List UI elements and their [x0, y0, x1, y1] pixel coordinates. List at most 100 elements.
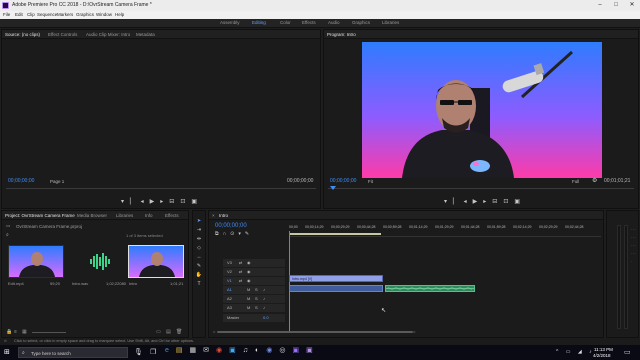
track-label[interactable]: A3 — [227, 305, 232, 310]
media-encoder-icon[interactable]: ▣ — [292, 347, 306, 354]
master-volume[interactable]: 0.0 — [263, 315, 269, 320]
new-bin-icon[interactable]: ▭ — [156, 329, 161, 335]
program-timecode-current[interactable]: 00;00;00;00 — [330, 178, 356, 184]
play-icon[interactable]: ▶ — [150, 199, 161, 205]
audio-clip[interactable] — [385, 285, 475, 292]
toggle-output-icon[interactable]: ◉ — [247, 260, 251, 265]
razor-tool-icon[interactable]: ◇ — [197, 245, 201, 251]
extract-icon[interactable]: ⊡ — [503, 199, 514, 205]
tab-metadata[interactable]: Metadata — [136, 32, 155, 37]
audio-clip-linked[interactable] — [289, 285, 383, 292]
project-item-thumbnail-selected[interactable] — [128, 245, 184, 278]
step-forward-icon[interactable]: ▸ — [483, 199, 492, 205]
menu-graphics[interactable]: Graphics — [76, 12, 94, 17]
scroll-handle-left-icon[interactable]: ○ — [213, 329, 215, 334]
search-icon[interactable]: ⌕ — [6, 232, 9, 238]
scrollbar-thumb[interactable] — [217, 331, 413, 333]
tab-sequence-intro[interactable]: Intro — [219, 213, 228, 218]
tab-program[interactable]: Program: Intro — [327, 32, 356, 37]
workspace-libraries[interactable]: Libraries — [382, 20, 399, 25]
program-resolution-select[interactable]: Full — [572, 179, 579, 184]
pen-tool-icon[interactable]: ✎ — [197, 263, 201, 269]
microphone-icon[interactable]: ♪ — [263, 305, 265, 310]
chrome-icon[interactable]: ◉ — [216, 347, 229, 354]
icon-view-icon[interactable]: ▦ — [22, 329, 27, 335]
track-label[interactable]: V2 — [227, 269, 232, 274]
new-item-icon[interactable]: ▤ — [166, 329, 171, 335]
tab-project[interactable]: Project: OvrStream Camera Frame — [5, 213, 75, 218]
source-timecode-current[interactable]: 00;00;00;00 — [8, 178, 34, 184]
trash-icon[interactable]: 🗑 — [176, 329, 182, 335]
toggle-sync-lock-icon[interactable]: ⇄ — [239, 278, 242, 283]
workspace-graphics[interactable]: Graphics — [352, 20, 370, 25]
selection-tool-icon[interactable]: ➤ — [197, 218, 201, 224]
step-back-icon[interactable]: ◂ — [141, 199, 150, 205]
microphone-icon[interactable]: ♪ — [263, 287, 265, 292]
music-icon[interactable]: ♫ — [243, 347, 255, 354]
mail-icon[interactable]: ✉ — [203, 347, 216, 354]
menu-clip[interactable]: Clip — [27, 12, 35, 17]
steam-icon[interactable]: ◐ — [255, 347, 266, 354]
thumbnail-zoom-slider[interactable] — [32, 332, 66, 333]
system-tray-icons[interactable]: ^ ▭ ◢ ♪ — [556, 349, 595, 355]
photoshop-icon[interactable]: ▣ — [229, 347, 243, 354]
close-icon[interactable]: ✕ — [624, 0, 640, 11]
ripple-edit-tool-icon[interactable]: ⇹ — [197, 236, 201, 242]
timeline-scrollbar[interactable]: ○ ○ — [213, 329, 601, 335]
work-area-bar[interactable] — [289, 233, 381, 235]
file-explorer-icon[interactable]: ▤ — [176, 347, 190, 354]
export-frame-icon[interactable]: ▣ — [191, 199, 203, 205]
scroll-handle-right-icon[interactable]: ○ — [413, 329, 415, 334]
overwrite-icon[interactable]: ⊡ — [180, 199, 191, 205]
track-label[interactable]: V1 — [227, 278, 232, 283]
program-time-ruler[interactable] — [328, 188, 634, 191]
taskbar-time[interactable]: 11:13 PM — [594, 347, 613, 352]
mark-in-icon[interactable]: ▾ — [121, 199, 130, 205]
timeline-settings-icon[interactable]: ✎ — [245, 231, 253, 237]
menu-sequence[interactable]: Sequence — [37, 12, 57, 17]
store-icon[interactable]: ▦ — [190, 347, 204, 354]
wrench-icon[interactable]: ⚙ — [592, 177, 597, 184]
timeline-ruler[interactable]: 00;00 00;00;14;29 00;00;29;29 00;00;44;2… — [289, 223, 601, 237]
menu-window[interactable]: Window — [96, 12, 112, 17]
video-clip[interactable]: Intro.mp4 [V] — [289, 275, 383, 282]
toggle-sync-lock-icon[interactable]: ⇄ — [239, 260, 242, 265]
windows-start-icon[interactable]: ⊞ — [4, 348, 10, 356]
workspace-effects[interactable]: Effects — [302, 20, 316, 25]
tab-libraries[interactable]: Libraries — [116, 213, 133, 218]
notification-icon[interactable]: ▭ — [624, 348, 631, 356]
play-icon[interactable]: ▶ — [473, 199, 484, 205]
slip-tool-icon[interactable]: ↔ — [197, 254, 202, 260]
close-tab-icon[interactable]: × — [212, 213, 215, 218]
minimize-icon[interactable]: – — [592, 0, 608, 11]
menu-edit[interactable]: Edit — [15, 12, 23, 17]
taskbar-date[interactable]: 4/2/2018 — [593, 353, 611, 358]
tab-audio-clip-mixer[interactable]: Audio Clip Mixer: Intro — [86, 32, 130, 37]
workspace-color[interactable]: Color — [280, 20, 291, 25]
workspace-assembly[interactable]: Assembly — [220, 20, 240, 25]
program-zoom-select[interactable]: Fit — [368, 179, 373, 184]
timeline-timecode[interactable]: 00;00;00;00 — [215, 223, 247, 229]
toggle-output-icon[interactable]: ◉ — [247, 269, 251, 274]
track-label[interactable]: A1 — [227, 287, 232, 292]
track-select-tool-icon[interactable]: ⇥ — [197, 227, 201, 233]
source-page-select[interactable]: Page 1 — [50, 179, 64, 184]
workspace-editing[interactable]: Editing — [252, 20, 266, 25]
taskbar-search-box[interactable]: ⌕ Type here to search — [18, 347, 128, 358]
solo-icon[interactable]: S — [255, 287, 258, 292]
hand-tool-icon[interactable]: ✋ — [196, 272, 202, 278]
tab-source[interactable]: Source: (no clips) — [5, 32, 40, 37]
lock-icon[interactable]: 🔒 — [6, 329, 12, 335]
toggle-output-icon[interactable]: ◉ — [247, 278, 251, 283]
nest-icon[interactable]: ⧉ — [215, 231, 223, 237]
track-label[interactable]: A2 — [227, 296, 232, 301]
mark-out-icon[interactable]: ▏ — [453, 199, 464, 205]
lift-icon[interactable]: ⊟ — [492, 199, 503, 205]
mute-icon[interactable]: M — [247, 305, 250, 310]
step-forward-icon[interactable]: ▸ — [160, 199, 169, 205]
workspace-audio[interactable]: Audio — [328, 20, 340, 25]
menu-markers[interactable]: Markers — [57, 12, 73, 17]
insert-icon[interactable]: ⊟ — [169, 199, 180, 205]
maximize-icon[interactable]: □ — [608, 0, 624, 11]
source-time-ruler[interactable] — [6, 188, 316, 191]
